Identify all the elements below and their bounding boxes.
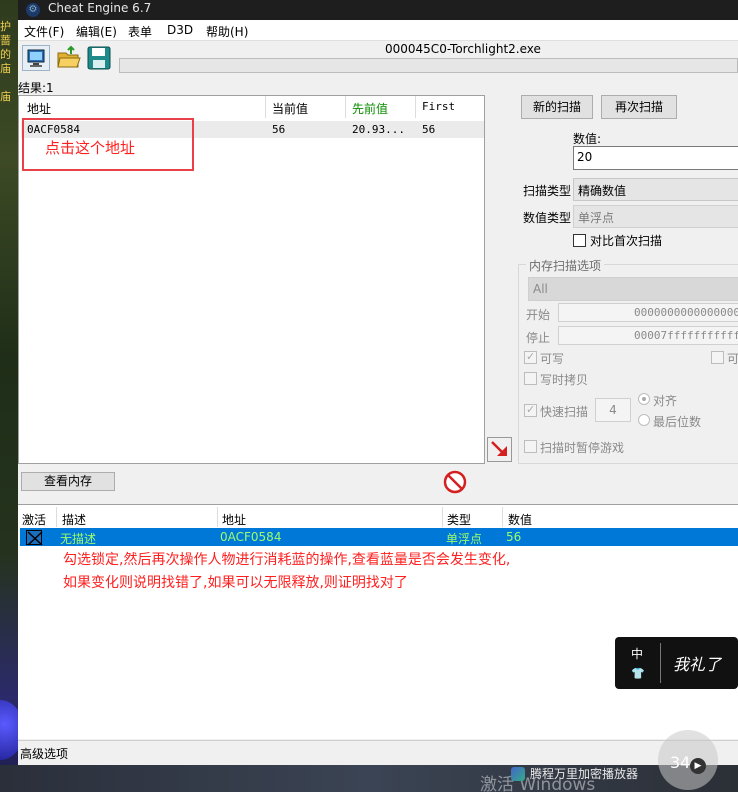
copy-on-write-checkbox[interactable] [524,372,537,385]
fast-scan-checkbox[interactable] [524,403,537,417]
column-divider [265,96,266,118]
column-divider [345,96,346,118]
memory-region-select[interactable]: All [528,277,738,301]
align-radio[interactable] [638,393,650,405]
result-current: 56 [272,123,286,136]
menu-edit[interactable]: 编辑(E) [76,23,117,40]
red-arrow-icon [491,441,507,456]
column-divider [217,507,218,527]
open-file-button[interactable] [56,45,82,71]
view-memory-button[interactable]: 查看内存 [21,472,115,491]
column-first[interactable]: First [422,100,455,113]
new-scan-button[interactable]: 新的扫描 [521,95,593,119]
compare-first-checkbox[interactable] [573,234,586,247]
stop-address-input[interactable]: 00007fffffffffff [558,326,738,345]
annotation-line-2: 如果变化则说明找错了,如果可以无限释放,则证明找对了 [63,575,408,591]
ime-panel: 中 👕 我礼了 [615,637,738,689]
address-list[interactable]: 激活 描述 地址 类型 数值 无描述 0ACF0584 单浮点 56 勾选锁定,… [18,504,738,739]
results-count: 结果:1 [18,81,54,95]
column-address[interactable]: 地址 [222,511,246,528]
play-icon[interactable]: ▶ [690,758,706,774]
value-input[interactable]: 20 [573,146,738,170]
scan-progress-bar [119,58,738,73]
executable-checkbox[interactable] [711,351,724,364]
advanced-options-link[interactable]: 高级选项 [20,745,68,762]
menu-table[interactable]: 表单 [128,23,152,40]
menu-d3d[interactable]: D3D [167,23,193,37]
column-divider [502,507,503,527]
writable-label: 可写 [540,352,565,366]
computer-icon [27,49,45,67]
address-description[interactable]: 无描述 [60,530,96,547]
column-divider [415,96,416,118]
column-type[interactable]: 类型 [447,511,471,528]
column-description[interactable]: 描述 [62,511,86,528]
ime-language-label: 中 [631,647,644,661]
title-bar: ⚙ Cheat Engine 6.7 [18,0,738,20]
start-label: 开始 [526,308,551,322]
column-current-value[interactable]: 当前值 [272,100,308,117]
open-folder-icon [57,45,81,68]
no-entry-icon [443,470,467,494]
next-scan-button[interactable]: 再次扫描 [601,95,677,119]
fast-scan-label: 快速扫描 [540,405,589,419]
clear-list-button[interactable] [442,469,468,495]
annotation-click-address: 点击这个地址 [45,139,136,157]
column-divider [56,507,57,527]
address-row[interactable] [20,528,738,546]
scan-results-list[interactable]: 地址 当前值 先前值 First 0ACF0584 56 20.93... 56… [18,95,485,464]
value-type-label: 数值类型 [523,211,572,225]
result-previous: 20.93... [352,123,405,136]
process-title: 000045C0-Torchlight2.exe [385,42,541,56]
fast-scan-value-input[interactable]: 4 [595,398,631,422]
align-label: 对齐 [653,394,678,408]
copy-on-write-label: 写时拷贝 [540,373,589,387]
game-text: 护 蔷 的 庙 庙 [0,20,11,103]
player-logo-icon [511,767,525,781]
menu-bar: 文件(F) 编辑(E) 表单 D3D 帮助(H) [18,20,738,41]
badge-number: 34 [670,753,691,772]
start-address-input[interactable]: 0000000000000000 [558,303,738,322]
pause-game-checkbox[interactable] [524,440,537,453]
value-type-select[interactable]: 单浮点 [573,205,738,228]
annotation-line-1: 勾选锁定,然后再次操作人物进行消耗蓝的操作,查看蓝量是否会发生变化, [63,552,511,568]
game-background [0,0,18,792]
scan-type-select[interactable]: 精确数值 [573,178,738,201]
add-to-list-button[interactable] [487,437,512,462]
window-title: Cheat Engine 6.7 [48,1,152,15]
ime-divider [660,643,661,683]
last-digits-label: 最后位数 [653,415,702,429]
floppy-disk-icon [87,46,111,70]
save-button[interactable] [86,45,112,71]
scan-type-label: 扫描类型 [523,184,572,198]
stop-label: 停止 [526,331,551,345]
last-digits-radio[interactable] [638,414,650,426]
active-checkbox[interactable] [26,530,43,546]
memory-scan-options-title: 内存扫描选项 [526,257,605,274]
result-first: 56 [422,123,436,136]
cheat-engine-icon: ⚙ [26,3,40,17]
pause-game-label: 扫描时暂停游戏 [540,441,625,455]
column-value[interactable]: 数值 [508,511,532,528]
column-active[interactable]: 激活 [22,511,46,528]
writable-checkbox[interactable] [524,350,537,364]
ime-handwriting: 我礼了 [673,655,722,674]
compare-first-label: 对比首次扫描 [590,234,663,248]
status-divider [18,740,738,741]
address-value[interactable]: 56 [506,530,521,544]
value-label: 数值: [573,132,602,146]
menu-file[interactable]: 文件(F) [24,23,64,40]
check-mark-icon [27,531,43,546]
column-previous-value[interactable]: 先前值 [352,100,388,117]
executable-label: 可 [727,352,738,366]
column-divider [442,507,443,527]
menu-help[interactable]: 帮助(H) [206,23,248,40]
address-type[interactable]: 单浮点 [446,530,482,547]
column-address[interactable]: 地址 [27,100,51,117]
select-process-button[interactable] [22,45,50,71]
player-name: 腾程万里加密播放器 [530,767,639,781]
address-value-address[interactable]: 0ACF0584 [220,530,281,544]
shirt-icon: 👕 [631,667,645,680]
